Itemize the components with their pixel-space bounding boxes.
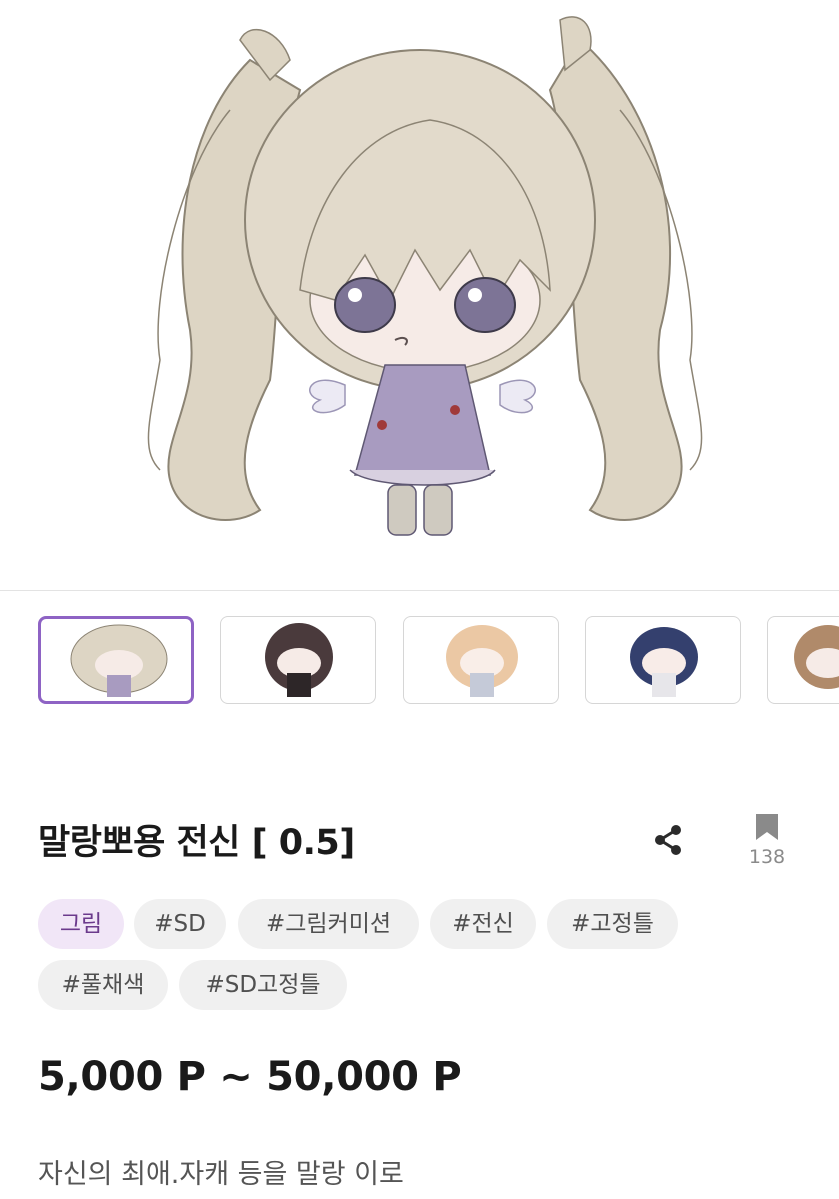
bookmark-button[interactable]: 138 [744, 812, 790, 872]
tag-item[interactable]: #SD고정틀 [179, 960, 347, 1010]
product-header: 말랑뽀용 전신 [ 0.5] 138 [38, 812, 808, 872]
price-range: 5,000 P ~ 50,000 P [38, 1054, 462, 1100]
thumbnail-3[interactable] [403, 616, 559, 704]
thumbnail-2[interactable] [220, 616, 376, 704]
product-main-image[interactable] [0, 0, 839, 591]
thumbnail-5[interactable] [767, 616, 839, 704]
tag-item[interactable]: #SD [134, 899, 226, 949]
thumbnail-strip [0, 616, 839, 708]
share-icon [655, 825, 681, 855]
tag-item[interactable]: #그림커미션 [238, 899, 419, 949]
thumbnail-5-image [794, 625, 839, 689]
tag-category[interactable]: 그림 [38, 899, 124, 949]
thumbnail-1[interactable] [38, 616, 194, 704]
bookmark-count: 138 [748, 846, 786, 868]
thumbnail-4[interactable] [585, 616, 741, 704]
thumbnail-2-image [265, 623, 333, 697]
product-title: 말랑뽀용 전신 [ 0.5] [38, 823, 355, 863]
thumbnail-1-image [70, 624, 168, 697]
tag-item[interactable]: #전신 [430, 899, 536, 949]
share-button[interactable] [648, 820, 688, 860]
product-description: 자신의 최애.자캐 등을 말랑 이로 [38, 1159, 404, 1190]
tag-item[interactable]: #고정틀 [547, 899, 678, 949]
tag-item[interactable]: #풀채색 [38, 960, 168, 1010]
bookmark-icon [756, 814, 778, 840]
thumbnail-3-image [446, 625, 518, 697]
chibi-illustration [147, 16, 703, 536]
thumbnail-4-image [630, 627, 698, 697]
